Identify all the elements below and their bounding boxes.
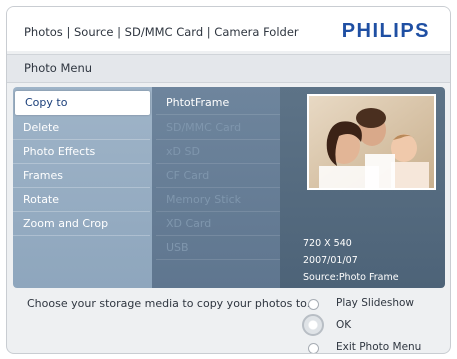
- photo-frame-screen: Photos | Source | SD/MMC Card | Camera F…: [6, 6, 451, 354]
- ok-button-icon: [302, 314, 324, 336]
- menu-item-zoom-and-crop[interactable]: Zoom and Crop: [13, 212, 150, 236]
- image-resolution: 720 X 540: [303, 238, 352, 249]
- target-xd-card: XD Card: [156, 212, 280, 236]
- radio-icon: [308, 299, 319, 310]
- philips-logo: PHILIPS: [341, 20, 430, 42]
- image-source: Source:Photo Frame: [303, 272, 399, 283]
- radio-icon: [308, 343, 319, 353]
- target-cf-card: CF Card: [156, 164, 280, 188]
- target-sd-mmc-card: SD/MMC Card: [156, 116, 280, 140]
- copy-target-list: PhtotFrame SD/MMC Card xD SD CF Card Mem…: [152, 87, 280, 288]
- target-usb: USB: [156, 236, 280, 260]
- menu-item-copy-to[interactable]: Copy to: [15, 91, 150, 115]
- breadcrumb: Photos | Source | SD/MMC Card | Camera F…: [24, 25, 299, 39]
- target-photoframe[interactable]: PhtotFrame: [156, 91, 280, 115]
- preview-photo: [307, 94, 436, 190]
- menu-title: Photo Menu: [24, 61, 93, 75]
- image-date: 2007/01/07: [303, 255, 358, 266]
- photo-menu-list: Copy to Delete Photo Effects Frames Rota…: [13, 87, 152, 288]
- menu-title-bar: Photo Menu: [7, 54, 450, 83]
- menu-item-delete[interactable]: Delete: [13, 116, 150, 140]
- target-xd-sd: xD SD: [156, 140, 280, 164]
- target-memory-stick: Memory Stick: [156, 188, 280, 212]
- menu-item-frames[interactable]: Frames: [13, 164, 150, 188]
- menu-item-photo-effects[interactable]: Photo Effects: [13, 140, 150, 164]
- header: Photos | Source | SD/MMC Card | Camera F…: [7, 7, 450, 51]
- menu-item-rotate[interactable]: Rotate: [13, 188, 150, 212]
- preview-panel: 720 X 540 2007/01/07 Source:Photo Frame: [280, 87, 445, 288]
- instruction-text: Choose your storage media to copy your p…: [27, 297, 311, 310]
- menu-panel: Copy to Delete Photo Effects Frames Rota…: [7, 87, 450, 288]
